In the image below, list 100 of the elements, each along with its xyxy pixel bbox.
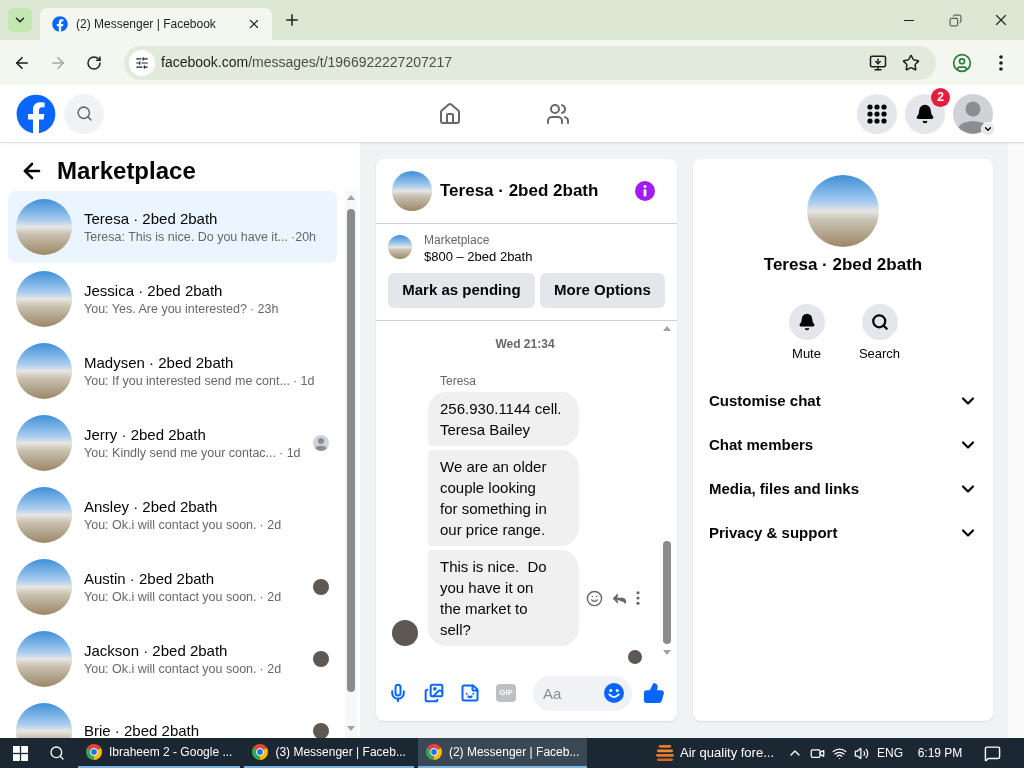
- photo-placeholder: [392, 171, 432, 211]
- search-button[interactable]: Search: [847, 304, 912, 362]
- message-time: · 1d: [279, 445, 301, 461]
- message-time: · 2d: [259, 589, 282, 605]
- avatar-placeholder: [628, 650, 642, 664]
- message-field[interactable]: Aa: [533, 675, 632, 711]
- default-avatar-icon: [953, 93, 993, 134]
- message-time: · 2d: [259, 517, 282, 533]
- weather-widget[interactable]: Air quality fore...: [656, 738, 784, 768]
- smiley-icon[interactable]: [604, 682, 624, 703]
- taskbar-item[interactable]: (2) Messenger | Faceb...: [417, 738, 588, 768]
- accordion-item[interactable]: Chat members: [693, 423, 993, 467]
- tab-list-button[interactable]: [8, 8, 32, 32]
- message-icon: [983, 744, 1001, 762]
- accordion-item[interactable]: Privacy & support: [693, 511, 993, 555]
- conversation-name: Jerry · 2bed 2bath: [84, 425, 206, 445]
- more-icon[interactable]: [636, 591, 640, 605]
- search-icon: [861, 304, 898, 340]
- taskbar-item[interactable]: Ibraheem 2 - Google ...: [78, 738, 241, 768]
- input-language[interactable]: ENG: [872, 744, 908, 762]
- mute-button[interactable]: Mute: [774, 304, 839, 362]
- conversation-title: Teresa · 2bed 2bath: [763, 254, 923, 276]
- photo-placeholder: [16, 487, 72, 543]
- listing-action-button[interactable]: Mark as pending: [388, 273, 535, 308]
- images-icon: [424, 683, 444, 703]
- thumbs-up-icon: [643, 682, 665, 704]
- conversation-name: Brie · 2bed 2bath: [84, 721, 200, 738]
- logo-icon[interactable]: [16, 93, 56, 134]
- sliders-icon: [135, 55, 149, 70]
- conversation-name: Jessica · 2bed 2bath: [84, 281, 223, 301]
- message-bubble: We are an older couple looking for something in our price range.: [428, 450, 579, 546]
- browser-icon: [252, 744, 269, 760]
- more-icon: [999, 54, 1003, 71]
- message-preview: You: Ok.i will contact you soon.: [84, 661, 257, 677]
- home-icon: [438, 101, 462, 126]
- people-icon: [546, 101, 570, 126]
- wifi-icon: [831, 745, 847, 761]
- message-preview: You: Kindly send me your contac...: [84, 445, 276, 461]
- message-bubble: 256.930.1144 cell. Teresa Bailey: [428, 392, 579, 446]
- message-timestamp: Wed 21:34: [495, 336, 555, 352]
- menu-button[interactable]: [857, 93, 897, 134]
- page-title: Marketplace: [57, 156, 196, 186]
- accordion-item[interactable]: Customise chat: [693, 379, 993, 423]
- close-icon: [247, 17, 261, 31]
- conversation-item[interactable]: Teresa · 2bed 2bath Teresa: This is nice. Do you have it... ·20h: [8, 191, 337, 263]
- url-text: facebook.com/messages/t/1966922227207217: [161, 53, 453, 72]
- message-time: ·20h: [291, 229, 317, 245]
- logo-icon: [52, 16, 68, 32]
- photo-placeholder: [16, 271, 72, 327]
- info-icon[interactable]: [635, 181, 655, 201]
- photo-placeholder: [388, 235, 412, 259]
- sticker-icon: [460, 683, 480, 703]
- listing-action-button[interactable]: More Options: [539, 273, 665, 308]
- conversation-name: Jackson · 2bed 2bath: [84, 641, 228, 661]
- bell-icon: [788, 304, 825, 340]
- avatar-placeholder: [392, 620, 418, 646]
- message-bubble: This is nice. Do you have it on the market to sell?: [428, 550, 579, 646]
- microphone-icon: [388, 683, 408, 703]
- photo-placeholder: [16, 559, 72, 615]
- clock[interactable]: 6:19 PM: [908, 744, 972, 762]
- smiley-icon[interactable]: [586, 589, 603, 607]
- conversation-name: Teresa · 2bed 2bath: [84, 209, 218, 229]
- avatar-placeholder: [313, 723, 329, 738]
- haze-icon: [656, 744, 675, 762]
- message-preview: You: Yes. Are you interested?: [84, 301, 247, 317]
- dot-grid-icon: [867, 103, 887, 124]
- windows-icon: [12, 745, 28, 761]
- message-time: · 2d: [259, 661, 282, 677]
- search-icon: [49, 745, 65, 761]
- browser-tab[interactable]: (2) Messenger | Facebook: [40, 8, 272, 40]
- speaker-icon: [853, 745, 869, 761]
- conversation-name: Austin · 2bed 2bath: [84, 569, 215, 589]
- message-preview: You: If you interested send me cont...: [84, 373, 290, 389]
- bell-icon: [915, 103, 935, 124]
- default-avatar-icon: [313, 435, 329, 451]
- notification-badge: 2: [931, 87, 950, 107]
- sender-name: Teresa: [440, 373, 477, 389]
- restore-icon: [948, 13, 962, 27]
- listing-title: $800 – 2bed 2bath: [424, 248, 533, 266]
- message-preview: You: Ok.i will contact you soon.: [84, 589, 257, 605]
- listing-label: Marketplace: [424, 232, 490, 248]
- taskbar-item[interactable]: (3) Messenger | Faceb...: [244, 738, 414, 768]
- accordion-item[interactable]: Media, files and links: [693, 467, 993, 511]
- avatar-placeholder: [313, 651, 329, 667]
- browser-icon: [425, 744, 442, 760]
- message-time: · 1d: [292, 373, 315, 389]
- conversation-name: Ansley · 2bed 2bath: [84, 497, 218, 517]
- search-icon: [75, 105, 93, 122]
- account-button[interactable]: [953, 93, 993, 134]
- notifications-button[interactable]: [905, 93, 945, 134]
- message-preview: You: Ok.i will contact you soon.: [84, 517, 257, 533]
- site-info-button[interactable]: [129, 49, 155, 76]
- message-time: · 23h: [249, 301, 279, 317]
- chat-title: Teresa · 2bed 2bath: [440, 180, 599, 203]
- minimize-icon: [904, 19, 914, 21]
- scrollbar[interactable]: [345, 191, 357, 738]
- address-bar[interactable]: facebook.com/messages/t/1966922227207217: [124, 45, 936, 80]
- avatar-placeholder: [313, 579, 329, 595]
- reload-icon: [86, 54, 102, 71]
- monitor-download-icon: [869, 53, 887, 72]
